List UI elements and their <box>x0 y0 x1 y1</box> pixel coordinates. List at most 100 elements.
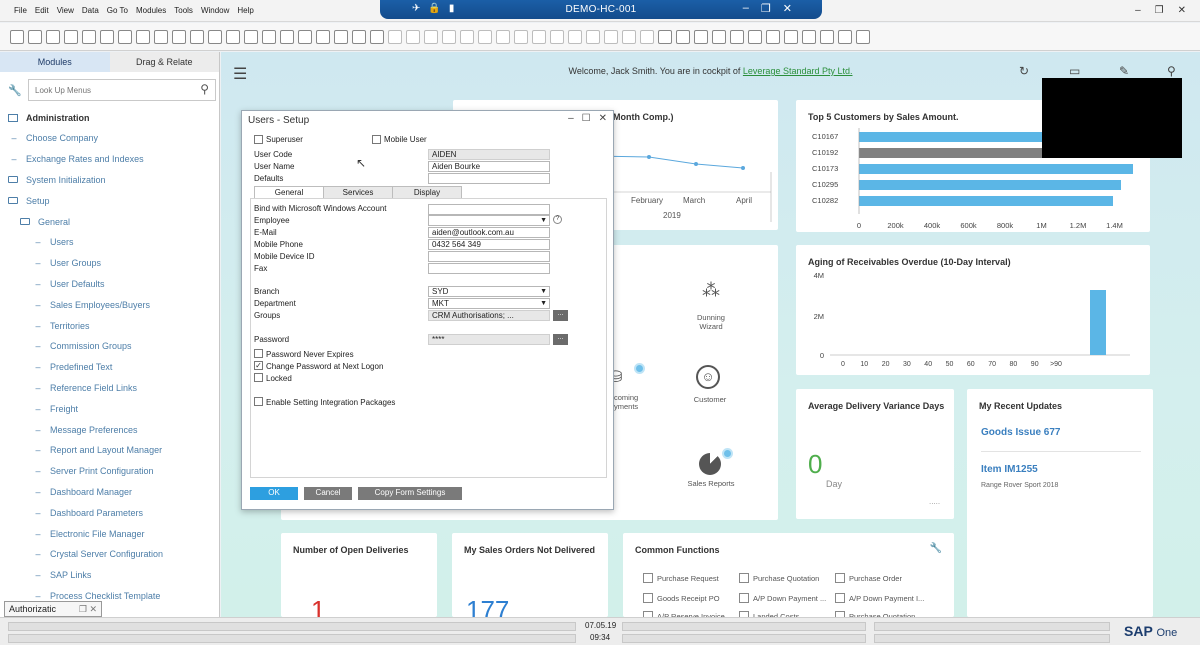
dunning-icon[interactable]: ⁂ <box>696 280 726 310</box>
toolbar-button-icon[interactable] <box>208 30 222 44</box>
toolbar-button-icon[interactable] <box>298 30 312 44</box>
toolbar-button-icon[interactable] <box>118 30 132 44</box>
wrench-icon[interactable]: 🔧 <box>8 84 22 97</box>
sales-orders-card[interactable]: My Sales Orders Not Delivered 177 <box>452 533 608 617</box>
authorization-window-tab[interactable]: Authorizatic ❐ ✕ <box>4 601 102 617</box>
toolbar-button-icon[interactable] <box>334 30 348 44</box>
toolbar-button-icon[interactable] <box>676 30 690 44</box>
menu-window[interactable]: Window <box>201 6 229 15</box>
defaults-field[interactable] <box>428 173 550 184</box>
ok-button[interactable]: OK <box>250 487 298 500</box>
toolbar-button-icon[interactable] <box>640 30 654 44</box>
sidebar-item[interactable]: Setup <box>0 190 220 211</box>
tab-modules[interactable]: Modules <box>0 52 110 72</box>
mobile-device-field[interactable] <box>428 251 550 262</box>
toolbar-button-icon[interactable] <box>442 30 456 44</box>
function-link[interactable]: A/P Down Payment I... <box>835 593 924 603</box>
maximize-icon[interactable]: ☐ <box>582 113 591 124</box>
toolbar-button-icon[interactable] <box>586 30 600 44</box>
toolbar-button-icon[interactable] <box>424 30 438 44</box>
toolbar-button-icon[interactable] <box>244 30 258 44</box>
app-minimize-icon[interactable]: – <box>1135 5 1141 16</box>
menu-view[interactable]: View <box>57 6 74 15</box>
sidebar-item[interactable]: – Server Print Configuration <box>0 461 220 482</box>
menu-modules[interactable]: Modules <box>136 6 166 15</box>
toolbar-button-icon[interactable] <box>172 30 186 44</box>
sidebar-item[interactable]: – Users <box>0 232 220 253</box>
toolbar-button-icon[interactable] <box>316 30 330 44</box>
toolbar-button-icon[interactable] <box>550 30 564 44</box>
sidebar-item[interactable]: – Electronic File Manager <box>0 523 220 544</box>
employee-dropdown[interactable]: ▼ <box>428 215 550 226</box>
toolbar-button-icon[interactable] <box>856 30 870 44</box>
password-field[interactable]: **** <box>428 334 550 345</box>
sidebar-item[interactable]: – Commission Groups <box>0 336 220 357</box>
sidebar-item[interactable]: – Message Preferences <box>0 419 220 440</box>
toolbar-button-icon[interactable] <box>514 30 528 44</box>
minimize-icon[interactable]: – <box>743 2 749 15</box>
branch-dropdown[interactable]: SYD ▼ <box>428 286 550 297</box>
sidebar-item[interactable]: – Dashboard Manager <box>0 482 220 503</box>
toolbar-button-icon[interactable] <box>28 30 42 44</box>
menu-data[interactable]: Data <box>82 6 99 15</box>
customer-bar[interactable] <box>859 196 1113 206</box>
toolbar-button-icon[interactable] <box>226 30 240 44</box>
toolbar-button-icon[interactable] <box>802 30 816 44</box>
toolbar-button-icon[interactable] <box>496 30 510 44</box>
change-password-checkbox[interactable]: ✓ <box>254 361 263 370</box>
incoming-payments-label[interactable]: coming yments <box>614 393 644 411</box>
toolbar-button-icon[interactable] <box>46 30 60 44</box>
customer-bar[interactable] <box>859 164 1133 174</box>
copy-form-settings-button[interactable]: Copy Form Settings <box>358 487 462 500</box>
toolbar-button-icon[interactable] <box>532 30 546 44</box>
toolbar-button-icon[interactable] <box>388 30 402 44</box>
aging-bar[interactable] <box>1090 290 1106 355</box>
toolbar-button-icon[interactable] <box>730 30 744 44</box>
toolbar-button-icon[interactable] <box>136 30 150 44</box>
sidebar-item[interactable]: System Initialization <box>0 170 220 191</box>
close-icon[interactable]: ✕ <box>783 2 792 15</box>
sidebar-item[interactable]: – User Defaults <box>0 274 220 295</box>
more-link[interactable]: ..... <box>929 497 940 506</box>
sidebar-item[interactable]: – Sales Employees/Buyers <box>0 294 220 315</box>
sidebar-item[interactable]: – Dashboard Parameters <box>0 502 220 523</box>
toolbar-button-icon[interactable] <box>820 30 834 44</box>
password-never-expires-checkbox[interactable] <box>254 349 263 358</box>
toolbar-button-icon[interactable] <box>82 30 96 44</box>
toolbar-button-icon[interactable] <box>406 30 420 44</box>
company-link[interactable]: Leverage Standard Pty Ltd. <box>743 66 853 76</box>
recent-item-link[interactable]: Item IM1255 <box>981 464 1038 475</box>
sidebar-item[interactable]: – User Groups <box>0 253 220 274</box>
toolbar-button-icon[interactable] <box>154 30 168 44</box>
bind-windows-field[interactable] <box>428 204 550 215</box>
sidebar-item[interactable]: – Choose Company <box>0 128 220 149</box>
function-link[interactable]: A/P Down Payment ... <box>739 593 826 603</box>
close-icon[interactable]: ❐ ✕ <box>79 602 97 616</box>
cancel-button[interactable]: Cancel <box>304 487 352 500</box>
help-icon[interactable]: ? <box>553 215 562 224</box>
sidebar-item[interactable]: – Exchange Rates and Indexes <box>0 149 220 170</box>
department-dropdown[interactable]: MKT ▼ <box>428 298 550 309</box>
avg-delivery-card[interactable]: Average Delivery Variance Days 0 Day ...… <box>796 389 954 519</box>
menu-file[interactable]: File <box>14 6 27 15</box>
menu-edit[interactable]: Edit <box>35 6 49 15</box>
function-link[interactable]: Purchase Quotation <box>739 573 819 583</box>
enable-integration-checkbox[interactable] <box>254 397 263 406</box>
sales-reports-label[interactable]: Sales Reports <box>681 479 741 488</box>
menu-search-input[interactable] <box>29 80 189 100</box>
toolbar-button-icon[interactable] <box>784 30 798 44</box>
toolbar-button-icon[interactable] <box>280 30 294 44</box>
app-close-icon[interactable]: ✕ <box>1178 5 1186 16</box>
toolbar-button-icon[interactable] <box>262 30 276 44</box>
mobile-user-checkbox[interactable] <box>372 135 381 144</box>
toolbar-button-icon[interactable] <box>370 30 384 44</box>
sidebar-item[interactable]: – Territories <box>0 315 220 336</box>
toolbar-button-icon[interactable] <box>712 30 726 44</box>
toolbar-button-icon[interactable] <box>568 30 582 44</box>
toolbar-button-icon[interactable] <box>604 30 618 44</box>
sidebar-item[interactable]: – Freight <box>0 398 220 419</box>
sidebar-item[interactable]: – Predefined Text <box>0 357 220 378</box>
sales-reports-icon[interactable] <box>699 453 721 475</box>
edit-icon[interactable]: ✎ <box>1119 64 1129 78</box>
close-icon[interactable]: ✕ <box>599 113 607 124</box>
